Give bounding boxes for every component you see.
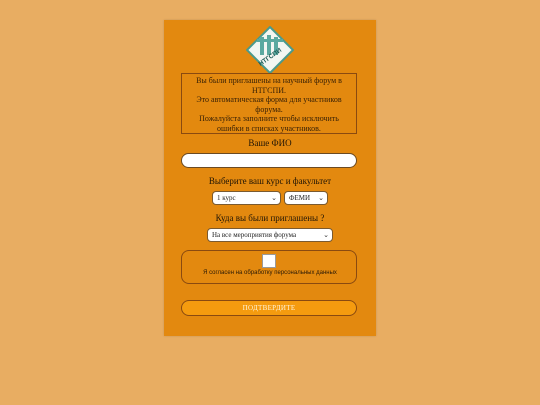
course-faculty-label: Выберите ваш курс и факультет — [208, 176, 332, 186]
university-logo-icon: НТГСПИ — [246, 26, 294, 74]
full-name-input[interactable] — [181, 153, 357, 168]
course-select-value: 1 курс — [217, 194, 236, 202]
invitation-notice: Вы были приглашены на научный форум в НТ… — [181, 73, 357, 134]
notice-line-3: Пожалуйста заполните чтобы исключить оши… — [199, 114, 339, 133]
event-select[interactable]: На все мероприятия форума ⌄ — [207, 228, 333, 242]
course-select[interactable]: 1 курс ⌄ — [212, 191, 281, 205]
name-label: Ваше ФИО — [248, 138, 292, 148]
event-select-value: На все мероприятия форума — [212, 231, 297, 239]
chevron-down-icon: ⌄ — [271, 194, 277, 202]
notice-line-2: Это автоматическая форма для участников … — [196, 95, 342, 114]
notice-line-1: Вы были приглашены на научный форум в НТ… — [196, 76, 342, 95]
submit-button[interactable]: ПОДТВЕРДИТЕ — [181, 300, 357, 316]
faculty-select-value: ФЕМИ — [289, 194, 311, 202]
registration-form-card: НТГСПИ Вы были приглашены на научный фор… — [164, 20, 376, 336]
chevron-down-icon: ⌄ — [318, 194, 324, 202]
consent-text: Я согласен на обработку персональных дан… — [203, 270, 337, 276]
event-label: Куда вы были приглашены ? — [215, 213, 325, 223]
consent-section: Я согласен на обработку персональных дан… — [181, 250, 357, 284]
faculty-select[interactable]: ФЕМИ ⌄ — [284, 191, 328, 205]
consent-checkbox[interactable] — [262, 254, 276, 268]
chevron-down-icon: ⌄ — [323, 231, 329, 239]
